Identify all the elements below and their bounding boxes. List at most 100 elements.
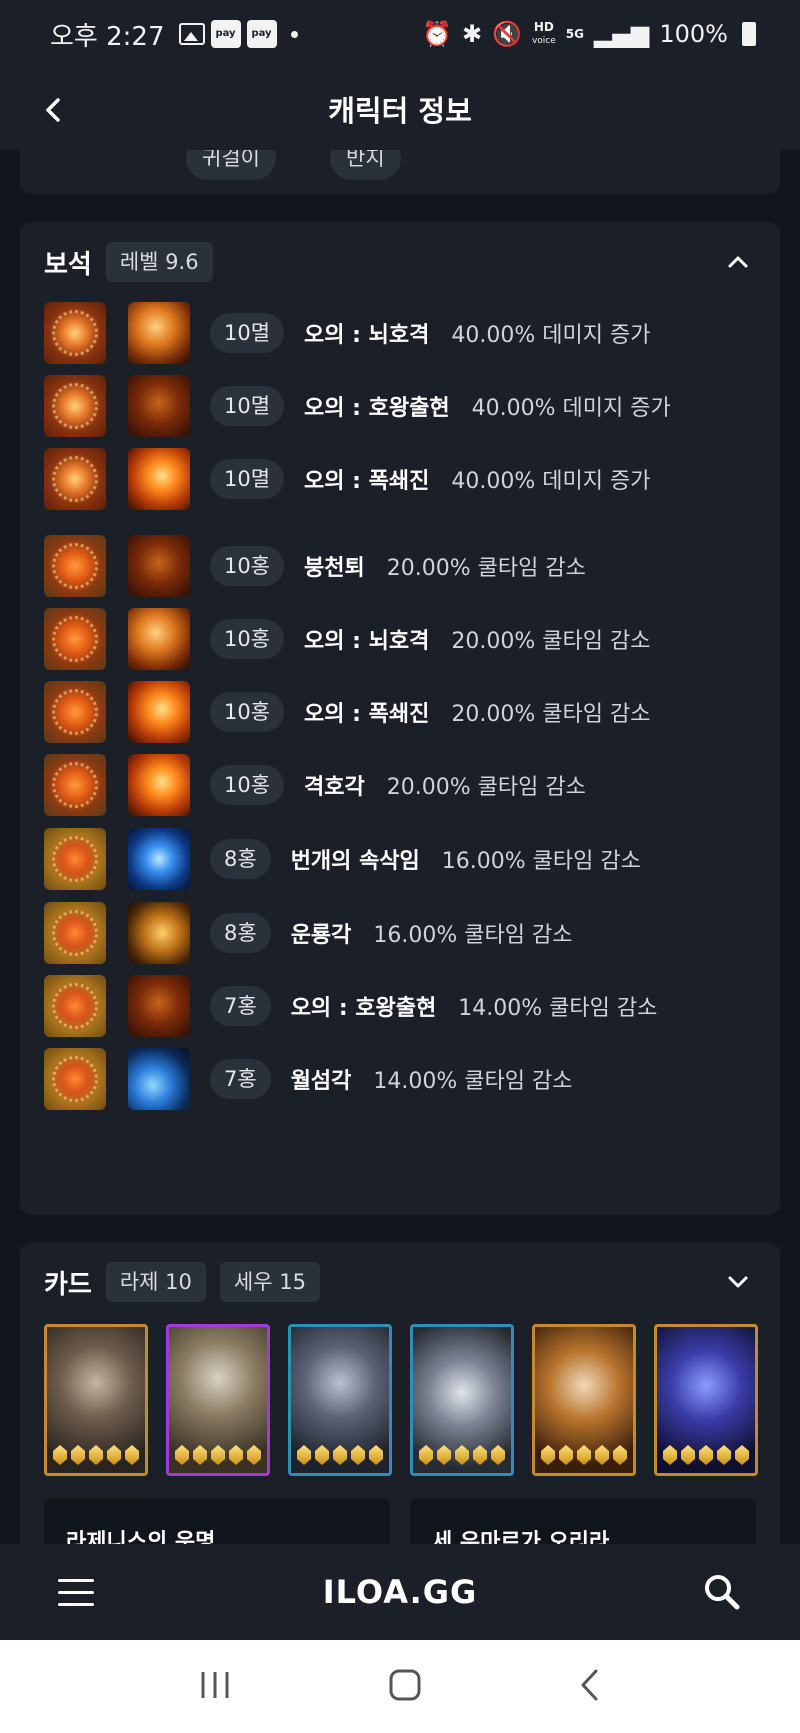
back-button[interactable] (34, 90, 74, 130)
gem-row[interactable]: 10멸 오의 : 폭쇄진 40.00% 데미지 증가 (44, 448, 764, 510)
accessories-card: 귀걸이 반지 (20, 150, 780, 194)
notification-dot-icon (290, 30, 298, 38)
menu-button[interactable] (58, 1574, 94, 1610)
gems-header: 보석 레벨 9.6 (44, 242, 213, 282)
awakening-icons (663, 1445, 749, 1465)
gem-level: 10멸 (210, 459, 285, 499)
voice-label: voice (531, 36, 556, 46)
card-item[interactable] (288, 1324, 392, 1476)
search-button[interactable] (702, 1572, 742, 1612)
awakening-gem-icon (559, 1445, 573, 1465)
site-logo[interactable]: ILOA.GG (323, 1573, 478, 1611)
awakening-gem-icon (107, 1445, 121, 1465)
gem-row[interactable]: 10홍 오의 : 뇌호격 20.00% 쿨타임 감소 (44, 608, 764, 670)
chevron-down-icon (728, 1276, 748, 1288)
awakening-gem-icon (369, 1445, 383, 1465)
gem-row[interactable]: 8홍 운룡각 16.00% 쿨타임 감소 (44, 902, 764, 964)
gem-row[interactable]: 10홍 붕천퇴 20.00% 쿨타임 감소 (44, 535, 764, 597)
gem-level: 10홍 (210, 765, 285, 805)
awakening-gem-icon (333, 1445, 347, 1465)
tiger-strike-icon (128, 302, 190, 364)
gem-level: 7홍 (210, 1059, 271, 1099)
card-item[interactable] (410, 1324, 514, 1476)
gem-effect: 14.00% 쿨타임 감소 (373, 1069, 573, 1094)
gem-effect: 20.00% 쿨타임 감소 (386, 775, 586, 800)
cooldown-gem-icon (44, 975, 106, 1037)
page-title: 캐릭터 정보 (328, 94, 472, 128)
hd-label: HD (533, 20, 554, 34)
mute-icon: 🔇 (492, 20, 522, 48)
card-set-chip: 라제 10 (105, 1262, 206, 1302)
awakening-gem-icon (89, 1445, 103, 1465)
lightning-icon (128, 828, 190, 890)
damage-gem-icon (44, 448, 106, 510)
gem-level: 10멸 (210, 313, 285, 353)
cards-header: 카드 라제 10 세우 15 (44, 1262, 320, 1302)
tiger-king-icon (128, 375, 190, 437)
gem-skill-name: 격호각 (304, 775, 365, 800)
awakening-gem-icon (717, 1445, 731, 1465)
explosion-icon (128, 681, 190, 743)
home-icon (389, 1669, 421, 1700)
card-item[interactable] (654, 1324, 758, 1476)
gem-effect: 20.00% 쿨타임 감소 (451, 629, 651, 654)
awakening-icons (53, 1445, 139, 1465)
gem-level: 8홍 (210, 913, 271, 953)
gem-row[interactable]: 7홍 월섬각 14.00% 쿨타임 감소 (44, 1048, 764, 1110)
awakening-gem-icon (491, 1445, 505, 1465)
gem-level: 10멸 (210, 386, 285, 426)
card-item[interactable] (166, 1324, 270, 1476)
home-button[interactable] (388, 1668, 422, 1706)
gem-row[interactable]: 10홍 격호각 20.00% 쿨타임 감소 (44, 754, 764, 816)
card-set-chip: 세우 15 (219, 1262, 320, 1302)
awakening-gem-icon (455, 1445, 469, 1465)
battery-text: 100% (659, 20, 728, 48)
back-arrow-icon (581, 1669, 598, 1700)
status-right: ⏰ ✱ 🔇 HD voice 5G ▂▄▆ 100% (422, 20, 756, 48)
gem-skill-name: 운룡각 (290, 923, 352, 948)
tiger-strike-icon (128, 608, 190, 670)
gem-effect: 40.00% 데미지 증가 (451, 469, 651, 494)
recent-apps-button[interactable] (198, 1670, 232, 1704)
gems-level-chip: 레벨 9.6 (105, 242, 213, 282)
alarm-icon: ⏰ (422, 20, 452, 48)
flame-kick-icon (128, 754, 190, 816)
system-back-button[interactable] (578, 1668, 602, 1706)
gem-skill-name: 오의 : 폭쇄진 (304, 702, 430, 727)
card-item[interactable] (532, 1324, 636, 1476)
gem-row[interactable]: 10홍 오의 : 폭쇄진 20.00% 쿨타임 감소 (44, 681, 764, 743)
gem-effect: 40.00% 데미지 증가 (471, 396, 671, 421)
card-item[interactable] (44, 1324, 148, 1476)
gem-row[interactable]: 10멸 오의 : 호왕출현 40.00% 데미지 증가 (44, 375, 764, 437)
gem-skill-name: 월섬각 (290, 1069, 352, 1094)
cooldown-gem-icon (44, 754, 106, 816)
top-navigation: 캐릭터 정보 (0, 68, 800, 150)
awakening-gem-icon (211, 1445, 225, 1465)
awakening-gem-icon (315, 1445, 329, 1465)
gem-effect: 20.00% 쿨타임 감소 (451, 702, 651, 727)
gem-level: 10홍 (210, 692, 285, 732)
hamburger-line (58, 1602, 94, 1606)
gem-row[interactable]: 7홍 오의 : 호왕출현 14.00% 쿨타임 감소 (44, 975, 764, 1037)
awakening-gem-icon (577, 1445, 591, 1465)
gem-level: 10홍 (210, 619, 285, 659)
kick-icon (128, 535, 190, 597)
awakening-gem-icon (473, 1445, 487, 1465)
awakening-icons (541, 1445, 627, 1465)
gem-row[interactable]: 8홍 번개의 속삭임 16.00% 쿨타임 감소 (44, 828, 764, 890)
awakening-gem-icon (541, 1445, 555, 1465)
gem-skill-name: 오의 : 뇌호격 (304, 629, 430, 654)
gems-collapse-button[interactable] (718, 242, 758, 282)
gems-title: 보석 (44, 249, 92, 280)
bottom-app-bar: ILOA.GG (0, 1544, 800, 1640)
status-time: 오후 2:27 (50, 21, 165, 52)
cooldown-gem-icon (44, 535, 106, 597)
gem-effect: 20.00% 쿨타임 감소 (386, 556, 586, 581)
gem-skill-name: 붕천퇴 (304, 556, 365, 581)
cards-expand-button[interactable] (718, 1262, 758, 1302)
gem-skill-name: 오의 : 폭쇄진 (304, 469, 430, 494)
awakening-gem-icon (351, 1445, 365, 1465)
battery-icon (742, 22, 756, 46)
cooldown-gem-icon (44, 902, 106, 964)
gem-row[interactable]: 10멸 오의 : 뇌호격 40.00% 데미지 증가 (44, 302, 764, 364)
